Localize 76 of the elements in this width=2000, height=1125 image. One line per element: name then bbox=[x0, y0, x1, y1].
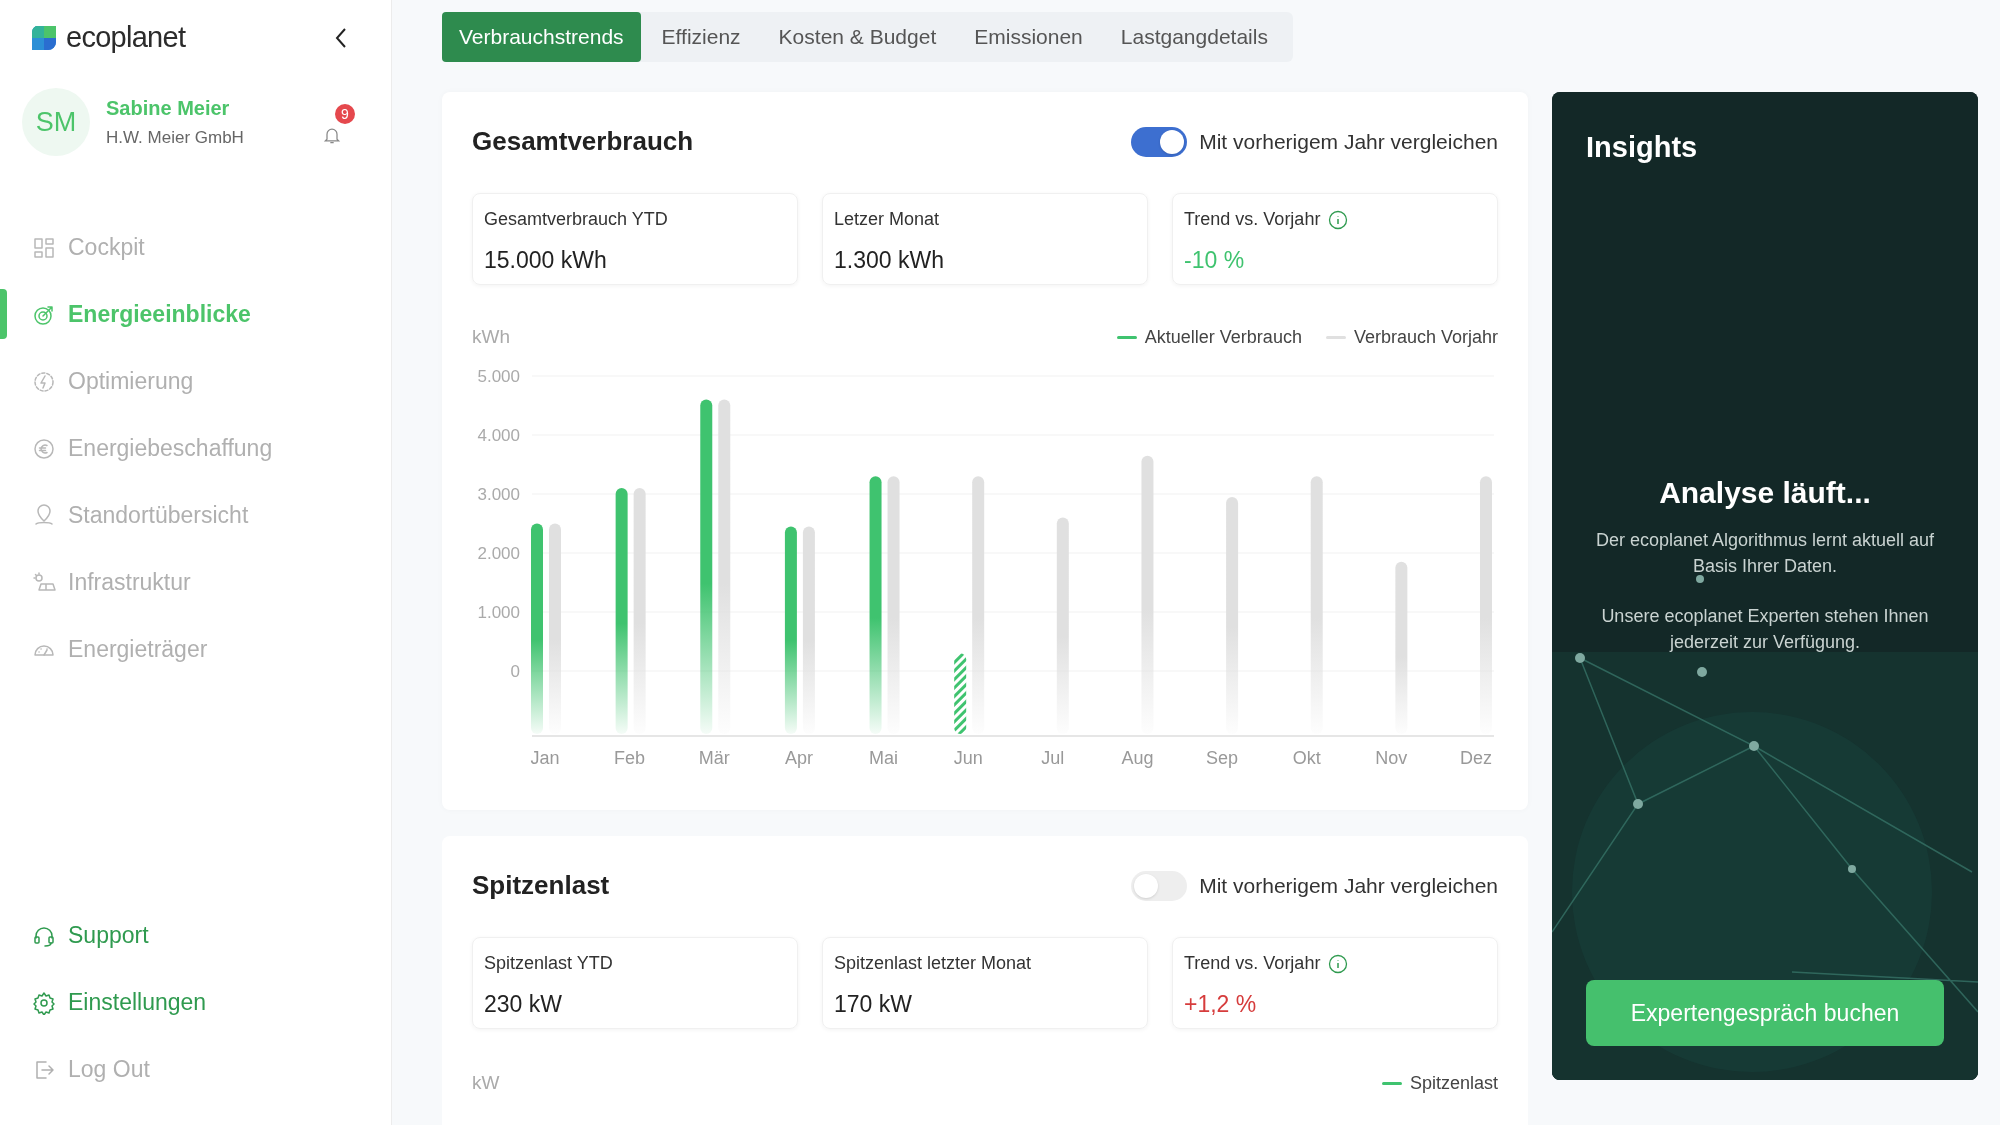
axis-tick-label: 5.000 bbox=[477, 366, 520, 386]
nav-item[interactable]: Standortübersicht bbox=[0, 482, 391, 549]
nav-item[interactable]: Optimierung bbox=[0, 348, 391, 415]
axis-tick-label: Nov bbox=[1375, 747, 1408, 768]
axis-tick-label: 2.000 bbox=[477, 543, 520, 563]
legend-label: Verbrauch Vorjahr bbox=[1353, 325, 1498, 349]
axis-tick-label: Feb bbox=[614, 747, 646, 768]
axis-tick-label: 0 bbox=[510, 661, 520, 681]
kpi-label: Spitzenlast letzter Monat bbox=[834, 952, 1032, 975]
toggle-switch[interactable] bbox=[1131, 870, 1188, 901]
brand-name: ecoplanet bbox=[66, 20, 186, 56]
nav-item[interactable]: Support bbox=[0, 902, 391, 969]
legend-label: Aktueller Verbrauch bbox=[1144, 325, 1302, 349]
info-icon[interactable] bbox=[1328, 209, 1349, 230]
axis-tick-label: Aug bbox=[1121, 747, 1154, 768]
kpi-label: Letzer Monat bbox=[834, 208, 940, 231]
axis-tick-label: Mai bbox=[869, 747, 899, 768]
nav-item[interactable]: Cockpit bbox=[0, 214, 391, 281]
toggle-label: Mit vorherigem Jahr vergleichen bbox=[1199, 872, 1498, 899]
axis-tick-label: Sep bbox=[1206, 747, 1239, 768]
card-title: Gesamtverbrauch bbox=[472, 125, 694, 158]
unit-label: kWh bbox=[472, 325, 510, 349]
panel-title: Insights bbox=[1586, 130, 1699, 165]
kpi-value: +1,2 % bbox=[1184, 990, 1258, 1019]
axis-tick-label: Jul bbox=[1041, 747, 1065, 768]
axis-tick-label: Jun bbox=[953, 747, 983, 768]
tab[interactable]: Kosten & Budget bbox=[761, 12, 954, 62]
chevron-left-icon bbox=[334, 27, 348, 49]
nav-item[interactable]: Infrastruktur bbox=[0, 549, 391, 616]
kpi-value: 1.300 kWh bbox=[834, 246, 945, 275]
nav-item[interactable]: Energieträger bbox=[0, 616, 391, 683]
nav-item[interactable]: Einstellungen bbox=[0, 969, 391, 1036]
axis-tick-label: 3.000 bbox=[477, 484, 520, 504]
kpi-label: Trend vs. Vorjahr bbox=[1184, 208, 1321, 231]
grid-icon bbox=[32, 235, 56, 260]
nav-item[interactable]: Log Out bbox=[0, 1036, 391, 1103]
kpi-value: 170 kW bbox=[834, 990, 913, 1019]
tab[interactable]: Effizienz bbox=[644, 12, 758, 62]
kpi-value: 15.000 kWh bbox=[484, 246, 608, 275]
book-consultation-button[interactable]: Expertengespräch buchen bbox=[1586, 980, 1944, 1046]
kpi-value: -10 % bbox=[1184, 246, 1246, 275]
logo-icon bbox=[30, 24, 58, 52]
user-name: Sabine Meier bbox=[106, 96, 231, 122]
card-title: Spitzenlast bbox=[472, 869, 610, 902]
euro-icon bbox=[32, 436, 56, 461]
legend-swatch bbox=[1116, 335, 1137, 339]
kpi-value: 230 kW bbox=[484, 990, 563, 1019]
settings-icon bbox=[32, 990, 56, 1015]
unit-label: kW bbox=[472, 1071, 500, 1095]
toggle-label: Mit vorherigem Jahr vergleichen bbox=[1199, 128, 1498, 155]
avatar: SM bbox=[22, 88, 90, 156]
axis-tick-label: Apr bbox=[784, 747, 813, 768]
company-name: H.W. Meier GmbH bbox=[106, 127, 245, 150]
tab[interactable]: Verbrauchstrends bbox=[442, 12, 641, 62]
location-pin-icon bbox=[32, 503, 56, 528]
legend-label: Spitzenlast bbox=[1409, 1071, 1498, 1095]
axis-tick-label: Jan bbox=[530, 747, 560, 768]
axis-tick-label: Mär bbox=[698, 747, 730, 768]
tab[interactable]: Lastgangdetails bbox=[1103, 12, 1285, 62]
info-icon[interactable] bbox=[1328, 953, 1349, 974]
nav-item[interactable]: Energieeinblicke bbox=[0, 281, 391, 348]
status-heading: Analyse läuft... bbox=[1659, 474, 1871, 511]
kpi-label: Trend vs. Vorjahr bbox=[1184, 952, 1321, 975]
bolt-icon bbox=[32, 369, 56, 394]
tab[interactable]: Emissionen bbox=[957, 12, 1100, 62]
toggle-switch[interactable] bbox=[1131, 126, 1188, 157]
axis-tick-label: 4.000 bbox=[477, 425, 520, 445]
kpi-label: Gesamtverbrauch YTD bbox=[484, 208, 668, 231]
status-text: Unsere ecoplanet Experten stehen Ihnen jederzeit zur Verfügung. bbox=[1600, 604, 1930, 654]
status-text: Der ecoplanet Algorithmus lernt aktuell auf Basis Ihrer Daten. bbox=[1595, 528, 1935, 578]
notification-badge: 9 bbox=[335, 104, 355, 124]
nav-item[interactable]: Energiebeschaffung bbox=[0, 415, 391, 482]
kpi-label: Spitzenlast YTD bbox=[484, 952, 613, 975]
axis-tick-label: Okt bbox=[1292, 747, 1321, 768]
axis-tick-label: 1.000 bbox=[477, 602, 520, 622]
axis-tick-label: Dez bbox=[1460, 747, 1492, 768]
